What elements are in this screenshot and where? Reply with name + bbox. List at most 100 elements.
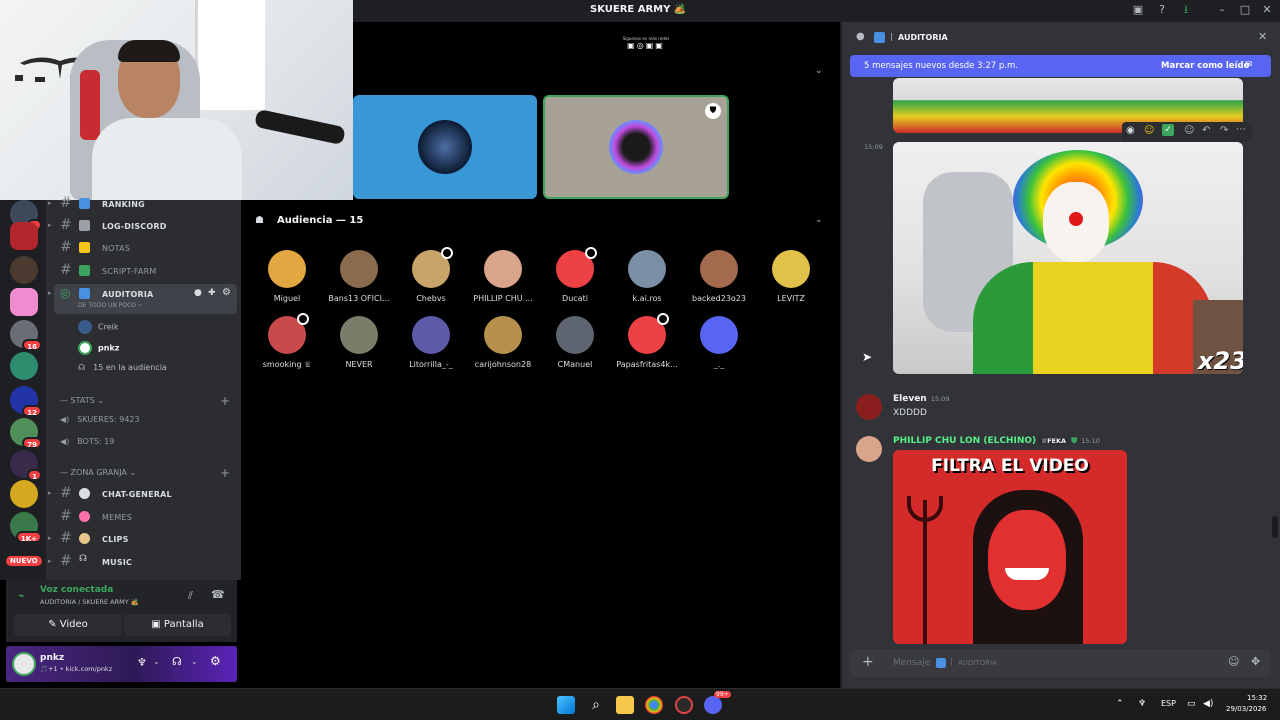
- audience-member[interactable]: smooking ♕: [251, 313, 323, 369]
- close-icon[interactable]: ✕: [1260, 3, 1274, 17]
- app-icon[interactable]: [675, 696, 693, 714]
- category-stats[interactable]: — STATS ⌄ +: [60, 394, 230, 408]
- volume-icon[interactable]: ◀): [1203, 699, 1213, 709]
- collapse-audience-icon[interactable]: ⌄: [815, 215, 823, 225]
- audience-member[interactable]: Papasfritas4k...: [611, 313, 683, 369]
- audience-member[interactable]: backed23o23: [683, 250, 755, 303]
- audience-member[interactable]: Litorrilla_-_: [395, 316, 467, 369]
- collapse-speakers-icon[interactable]: ⌄: [815, 66, 823, 76]
- category-zona-granja[interactable]: — ZONA GRANJA ⌄ +: [60, 466, 230, 480]
- invite-icon[interactable]: ✚: [208, 288, 216, 298]
- new-servers-badge[interactable]: NUEVO: [6, 556, 42, 566]
- audience-member[interactable]: LEVITZ: [755, 250, 827, 303]
- download-icon[interactable]: ⭳: [1179, 3, 1193, 17]
- reply-icon[interactable]: ↶: [1202, 125, 1210, 136]
- username[interactable]: pnkz: [40, 653, 64, 663]
- tray-expand-icon[interactable]: ⌃: [1116, 699, 1124, 709]
- headphones-icon[interactable]: ☊: [172, 655, 182, 668]
- avatar[interactable]: [856, 436, 882, 462]
- audience-member[interactable]: _._: [683, 316, 755, 369]
- check-emoji-icon[interactable]: ✓: [1162, 124, 1174, 136]
- user-settings-icon[interactable]: ⚙: [210, 654, 221, 668]
- server-icon[interactable]: [10, 222, 38, 250]
- voice-channel-auditoria[interactable]: ▸ ◎ AUDITORIA DE TODO UN POCO ~ ● ✚ ⚙: [48, 284, 237, 314]
- chevron-down-icon[interactable]: ⌄: [191, 657, 198, 666]
- windows-start-icon[interactable]: [557, 696, 575, 714]
- server-icon[interactable]: 16: [10, 320, 42, 351]
- audience-member[interactable]: Miguel: [251, 250, 323, 303]
- video-button[interactable]: ✎ Video: [14, 614, 122, 636]
- server-icon[interactable]: [10, 288, 38, 316]
- server-icon[interactable]: 1: [10, 450, 42, 481]
- help-icon[interactable]: ?: [1155, 3, 1169, 17]
- avatar[interactable]: [12, 652, 36, 676]
- chat-scrollbar[interactable]: [1272, 516, 1278, 538]
- audience-member[interactable]: NEVER: [323, 316, 395, 369]
- audience-member[interactable]: k.ai.ros: [611, 250, 683, 303]
- channel-music[interactable]: ▸ # ☊ MUSIC: [48, 552, 237, 572]
- inbox-icon[interactable]: ▣: [1131, 3, 1145, 17]
- new-messages-bar[interactable]: 5 mensajes nuevos desde 3:27 p.m. Marcar…: [850, 55, 1271, 77]
- chrome-icon[interactable]: [645, 696, 663, 714]
- apps-icon[interactable]: ✥: [1251, 655, 1260, 668]
- avatar[interactable]: [856, 394, 882, 420]
- clock-time[interactable]: 15:32: [1247, 694, 1267, 702]
- mark-read-link[interactable]: Marcar como leído: [1161, 61, 1249, 71]
- voice-location[interactable]: AUDITORIA / SKUERE ARMY 🏕️: [40, 598, 139, 606]
- chevron-down-icon[interactable]: ⌄: [153, 657, 160, 666]
- message-author[interactable]: PHILLIP CHU LON (ELCHINO) ♕FEKA ⛊ 15:10: [893, 436, 1100, 446]
- audience-member[interactable]: CManuel: [539, 316, 611, 369]
- settings-icon[interactable]: ⚙: [222, 287, 231, 298]
- file-explorer-icon[interactable]: [616, 696, 634, 714]
- server-icon[interactable]: [10, 480, 38, 508]
- channel-ranking[interactable]: ▸ # RANKING: [48, 194, 237, 214]
- signal-icon[interactable]: ⌁: [18, 589, 25, 602]
- audience-member[interactable]: carijohnson28: [467, 316, 539, 369]
- server-icon[interactable]: 12: [10, 386, 42, 417]
- composer-placeholder[interactable]: Mensaje: [893, 658, 930, 668]
- speaker-tile-active[interactable]: ⛊: [543, 95, 729, 199]
- audience-member[interactable]: Bans13 OFICI...: [323, 250, 395, 303]
- channel-log-discord[interactable]: ▸ # LOG-DISCORD: [48, 216, 237, 236]
- speaker-tile[interactable]: [353, 95, 537, 199]
- microphone-icon[interactable]: ♆: [137, 656, 147, 669]
- add-channel-icon[interactable]: +: [220, 466, 230, 480]
- maximize-icon[interactable]: □: [1238, 3, 1252, 17]
- channel-clips[interactable]: ▸ # CLIPS: [48, 529, 237, 549]
- stat-channel[interactable]: ◀) SKUERES: 9423: [60, 415, 140, 424]
- audience-member[interactable]: Ducati: [539, 247, 611, 303]
- devil-meme-image[interactable]: FILTRA EL VIDEO: [893, 450, 1127, 644]
- network-icon[interactable]: ▭: [1187, 699, 1196, 709]
- voice-user[interactable]: Creik: [78, 320, 118, 334]
- message-composer[interactable]: + Mensaje | AUDITORIA ☺ ✥: [850, 649, 1271, 677]
- clock-date[interactable]: 29/03/2026: [1226, 705, 1266, 713]
- microphone-tray-icon[interactable]: ♆: [1138, 699, 1146, 709]
- more-options-icon[interactable]: ⋯: [1236, 124, 1246, 135]
- noise-suppression-icon[interactable]: ⫽: [188, 589, 193, 603]
- add-reaction-icon[interactable]: ☺: [1184, 125, 1194, 136]
- voice-user[interactable]: pnkz: [78, 341, 119, 355]
- discord-icon[interactable]: 99+: [704, 691, 731, 714]
- search-icon[interactable]: ⌕: [587, 696, 605, 714]
- server-icon[interactable]: 1K+: [10, 512, 42, 543]
- channel-script-farm[interactable]: # SCRIPT-FARM: [54, 261, 237, 281]
- minimize-icon[interactable]: –: [1215, 3, 1229, 17]
- chat-icon[interactable]: ●: [194, 288, 202, 298]
- channel-memes[interactable]: # MEMES: [54, 507, 237, 527]
- audience-count[interactable]: ☊ 15 en la audiencia: [78, 363, 167, 372]
- server-icon[interactable]: [10, 256, 38, 284]
- close-chat-icon[interactable]: ✕: [1258, 30, 1267, 43]
- clown-image[interactable]: x23: [893, 142, 1243, 374]
- attach-plus-icon[interactable]: +: [862, 654, 874, 670]
- disconnect-icon[interactable]: ☎: [211, 588, 225, 601]
- message-author[interactable]: Eleven 15:09: [893, 394, 949, 404]
- stat-channel[interactable]: ◀) BOTS: 19: [60, 437, 114, 446]
- voice-status[interactable]: Voz conectada: [40, 585, 113, 595]
- add-channel-icon[interactable]: +: [220, 394, 230, 408]
- emoji-picker-icon[interactable]: ☺: [1228, 655, 1239, 668]
- screen-share-button[interactable]: ▣ Pantalla: [124, 614, 231, 636]
- language-indicator[interactable]: ESP: [1161, 699, 1176, 708]
- server-icon[interactable]: 79: [10, 418, 42, 449]
- server-icon[interactable]: [10, 352, 38, 380]
- audience-member[interactable]: PHILLIP CHU ...: [467, 250, 539, 303]
